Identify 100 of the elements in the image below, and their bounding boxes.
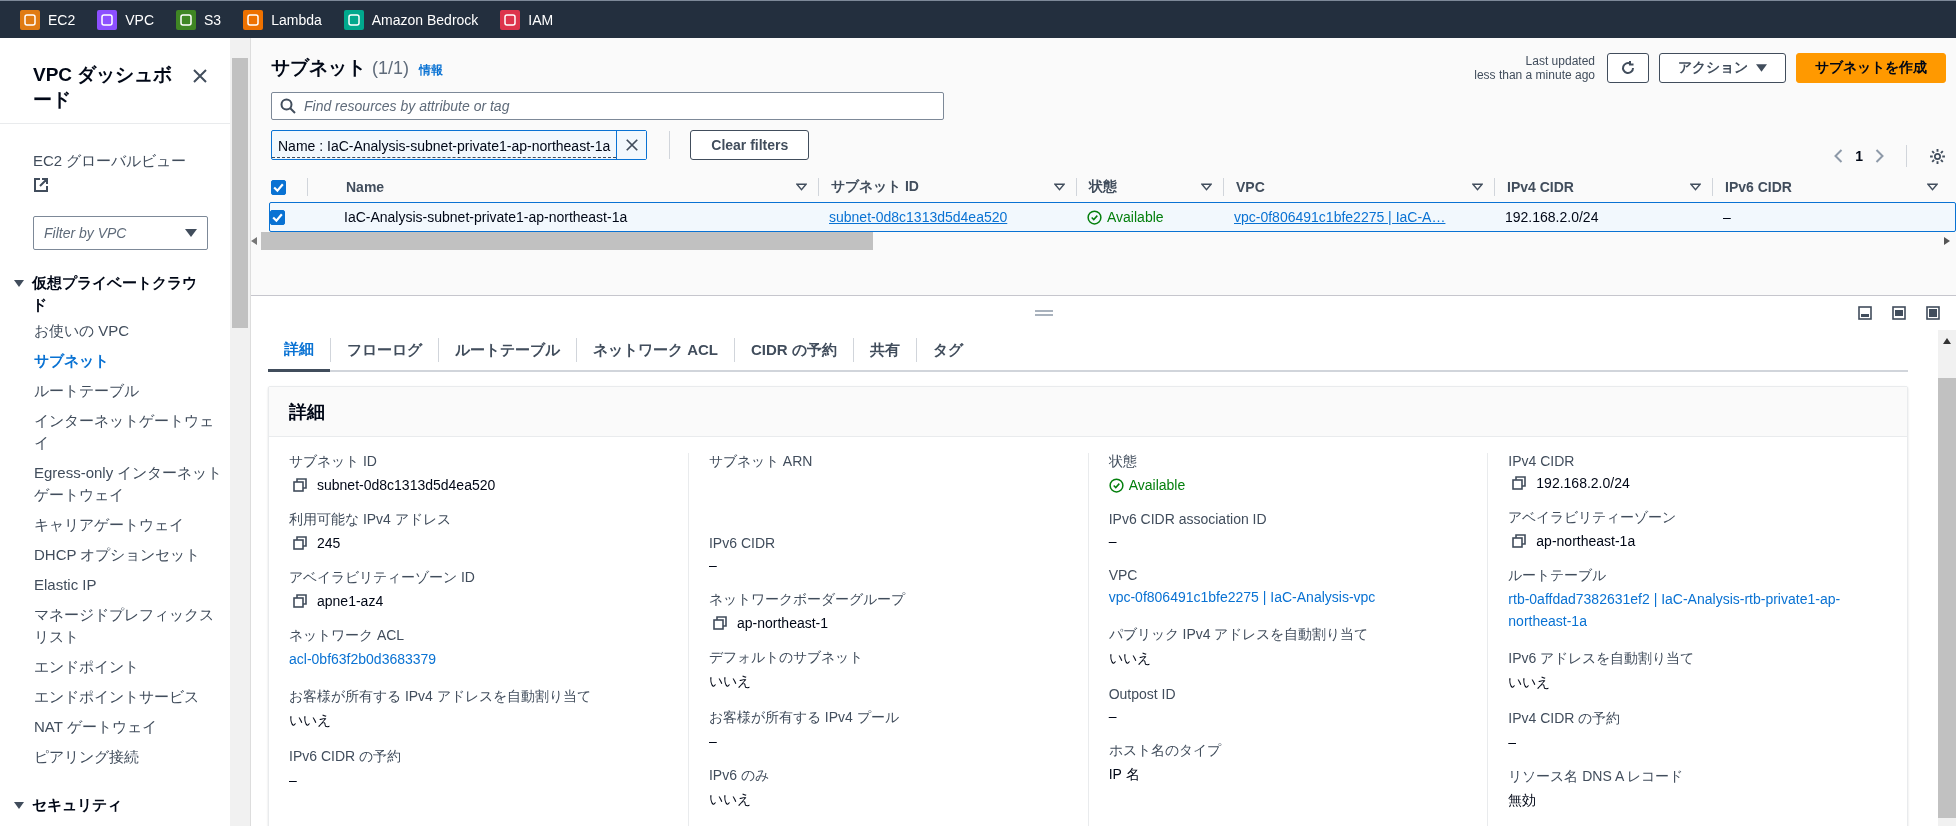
select-all-checkbox[interactable] [271, 179, 286, 195]
table-row[interactable]: IaC-Analysis-subnet-private1-ap-northeast-1a subnet-0d8c1313d5d4ea520 Available vpc-0f806491c1bfe2275 | IaC-A… 192.168.2.0/24 – [269, 202, 1956, 232]
tab[interactable]: タグ [916, 330, 979, 370]
sidebar-section-title[interactable]: セキュリティ [32, 794, 197, 816]
page-number[interactable]: 1 [1855, 148, 1863, 164]
field-label: Outpost ID [1108, 686, 1177, 702]
service-shortcut[interactable]: Amazon Bedrock [343, 9, 479, 30]
actions-button[interactable]: アクション [1659, 53, 1786, 83]
field-value: – [1508, 734, 1518, 750]
field-value: subnet-0d8c1313d5d4ea520 [317, 477, 496, 493]
field-label: アベイラビリティーゾーン [1508, 509, 1678, 527]
field-label: IPv4 CIDR の予約 [1508, 710, 1622, 728]
field-link[interactable]: vpc-0f806491c1bfe2275 | IaC-Analysis-vpc [1108, 586, 1468, 608]
sidebar-item[interactable]: Elastic IP [14, 570, 230, 600]
settings-icon[interactable] [1929, 147, 1946, 165]
field-value: IP 名 [1108, 766, 1141, 784]
sidebar-item[interactable]: エンドポイントサービス [14, 682, 230, 712]
table-cell: – [1723, 209, 1731, 225]
column-header[interactable]: 状態 [1089, 178, 1117, 196]
scrollbar[interactable] [1938, 330, 1956, 826]
field-link[interactable]: acl-0bf63f2b0d3683379 [289, 648, 668, 670]
sidebar-link[interactable]: EC2 グローバルビュー [33, 149, 197, 173]
scrollbar[interactable] [230, 38, 251, 826]
tab[interactable]: フローログ [331, 330, 438, 370]
remove-filter-button[interactable] [616, 131, 647, 159]
table-cell: IaC-Analysis-subnet-private1-ap-northeast-1a [344, 209, 628, 225]
sidebar-item[interactable]: お使いの VPC [14, 316, 230, 346]
sidebar-item[interactable]: インターネットゲートウェイ [14, 406, 230, 458]
chevron-right-icon[interactable] [1875, 149, 1884, 163]
caret-down-icon [1756, 64, 1767, 72]
field-label: IPv6 CIDR の予約 [289, 748, 402, 766]
chevron-left-icon[interactable] [1834, 149, 1844, 163]
sort-caret-icon[interactable] [1054, 183, 1065, 191]
caret-down-icon [185, 229, 197, 237]
close-icon[interactable] [192, 68, 208, 84]
sort-caret-icon[interactable] [796, 183, 807, 191]
refresh-button[interactable] [1607, 53, 1649, 83]
row-checkbox[interactable] [270, 209, 285, 225]
vpc-filter-dropdown[interactable]: Filter by VPC [33, 216, 208, 250]
field-label: VPC [1108, 567, 1139, 583]
sidebar-item[interactable]: Egress-only インターネットゲートウェイ [14, 458, 230, 510]
field-label: デフォルトのサブネット [709, 649, 864, 667]
scroll-right-icon[interactable] [1944, 237, 1950, 245]
search-field[interactable]: Find resources by attribute or tag [271, 92, 944, 120]
column-header[interactable]: IPv4 CIDR [1507, 179, 1574, 195]
field-label: IPv6 CIDR association ID [1108, 511, 1268, 527]
sidebar-item[interactable]: サブネット [14, 346, 230, 376]
sidebar-item[interactable]: NAT ゲートウェイ [14, 712, 230, 742]
drag-handle-icon[interactable] [1034, 310, 1053, 316]
column-header[interactable]: サブネット ID [831, 178, 919, 196]
field-value: いいえ [1508, 674, 1552, 692]
sidebar-item[interactable]: ピアリング接続 [14, 742, 230, 772]
sidebar-item[interactable]: エンドポイント [14, 652, 230, 682]
sort-caret-icon[interactable] [1690, 183, 1701, 191]
column-header[interactable]: Name [346, 179, 385, 195]
service-shortcut[interactable]: Lambda [243, 9, 322, 30]
copy-icon[interactable] [1512, 534, 1527, 548]
column-header[interactable]: VPC [1236, 179, 1265, 195]
copy-icon[interactable] [1512, 476, 1527, 490]
panel-layout-icon[interactable] [1892, 306, 1906, 320]
field-value: いいえ [1108, 650, 1152, 668]
service-shortcut[interactable]: IAM [500, 9, 554, 30]
resource-link[interactable]: subnet-0d8c1313d5d4ea520 [829, 209, 1008, 225]
sidebar-section-title[interactable]: 仮想プライベートクラウド [32, 272, 197, 316]
field-value: いいえ [289, 712, 332, 730]
column-header[interactable]: IPv6 CIDR [1725, 179, 1792, 195]
sidebar-item[interactable]: マネージドプレフィックスリスト [14, 600, 230, 652]
scroll-up-icon[interactable] [1943, 338, 1951, 344]
service-shortcut[interactable]: VPC [97, 9, 155, 30]
tab[interactable]: CIDR の予約 [735, 330, 853, 370]
service-shortcut[interactable]: EC2 [20, 9, 76, 30]
expand-triangle-icon[interactable] [14, 278, 24, 288]
create-subnet-button[interactable]: サブネットを作成 [1796, 53, 1946, 83]
clear-filters-button[interactable]: Clear filters [690, 130, 810, 160]
copy-icon[interactable] [713, 616, 727, 630]
sort-caret-icon[interactable] [1201, 183, 1212, 191]
sidebar-item[interactable]: DHCP オプションセット [14, 540, 230, 570]
sort-caret-icon[interactable] [1927, 183, 1938, 191]
panel-layout-icon[interactable] [1858, 306, 1872, 320]
service-shortcut[interactable]: S3 [176, 9, 222, 30]
info-link[interactable]: 情報 [419, 62, 443, 79]
tab[interactable]: 共有 [853, 330, 916, 370]
sidebar-item[interactable]: キャリアゲートウェイ [14, 510, 230, 540]
field-link[interactable]: rtb-0affdad7382631ef2 | IaC-Analysis-rtb-private1-ap-northeast-1a [1508, 588, 1867, 632]
field-value: – [1108, 708, 1118, 724]
expand-triangle-icon[interactable] [14, 800, 24, 810]
sidebar-item[interactable]: ルートテーブル [14, 376, 230, 406]
copy-icon[interactable] [293, 594, 307, 608]
field-value: apne1-az4 [317, 593, 384, 609]
copy-icon[interactable] [293, 536, 307, 550]
field-label: パブリック IPv4 アドレスを自動割り当て [1108, 626, 1370, 644]
status-text: Available [1107, 209, 1164, 225]
external-link-icon[interactable] [33, 177, 49, 193]
tab[interactable]: ルートテーブル [439, 330, 576, 370]
resource-link[interactable]: vpc-0f806491c1bfe2275 | IaC-A… [1234, 209, 1446, 225]
copy-icon[interactable] [293, 478, 307, 492]
tab[interactable]: ネットワーク ACL [577, 330, 734, 370]
panel-layout-icon[interactable] [1926, 306, 1940, 320]
sort-caret-icon[interactable] [1472, 183, 1483, 191]
field-value: いいえ [709, 791, 752, 809]
